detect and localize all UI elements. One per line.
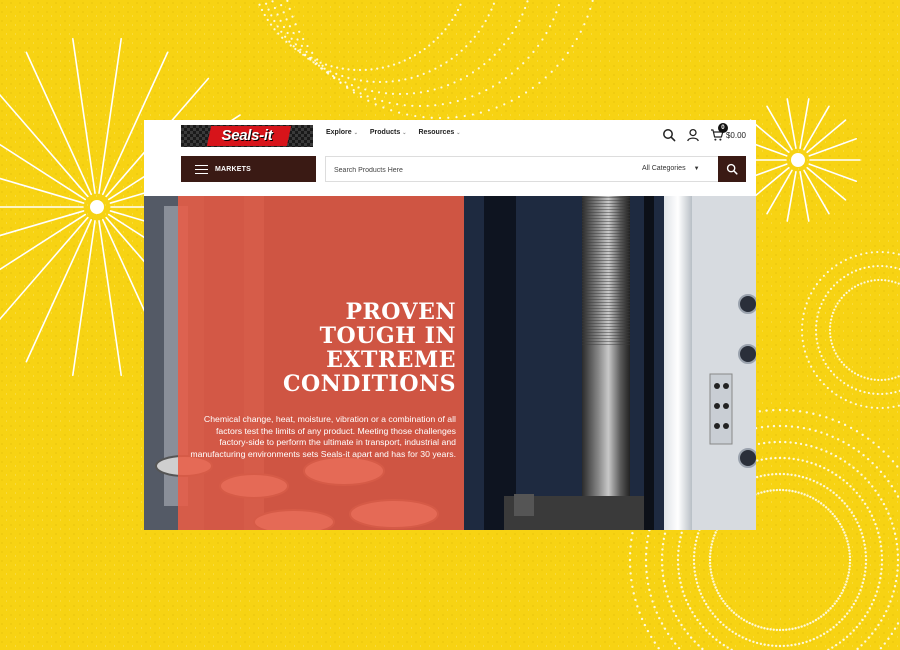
chevron-down-icon: ▼ <box>693 166 700 172</box>
nav-item-products[interactable]: Products ⌄ <box>370 129 407 136</box>
header-icons: 0 $0.00 <box>662 123 746 142</box>
hero-title-line: tough in <box>319 323 456 349</box>
search-icon <box>726 163 738 175</box>
website-window: Seals-it Explore ⌄ Products ⌄ Resources … <box>144 120 756 530</box>
cart-count-badge: 0 <box>717 123 728 133</box>
nav-label: Explore <box>326 129 352 136</box>
hero-title-line: Proven <box>345 299 456 325</box>
search-button[interactable] <box>718 156 746 182</box>
markets-menu-button[interactable]: MARKETS <box>181 156 316 182</box>
category-selected-value: All Categories <box>642 165 686 172</box>
hero-title: Proven tough in extreme conditions <box>178 300 456 396</box>
chevron-down-icon: ⌄ <box>353 129 358 136</box>
main-nav: Explore ⌄ Products ⌄ Resources ⌄ <box>326 129 460 136</box>
chevron-down-icon: ⌄ <box>456 129 461 136</box>
logo-text: Seals-it <box>221 127 273 144</box>
nav-label: Products <box>369 129 401 136</box>
nav-item-explore[interactable]: Explore ⌄ <box>326 129 358 136</box>
chevron-down-icon: ⌄ <box>402 129 407 136</box>
hero-title-line: conditions <box>283 371 456 397</box>
search-icon[interactable] <box>662 128 676 142</box>
site-logo[interactable]: Seals-it <box>181 125 313 147</box>
site-header: Seals-it Explore ⌄ Products ⌄ Resources … <box>144 120 756 196</box>
hero-title-line: extreme <box>326 347 456 373</box>
search-input[interactable] <box>326 157 626 183</box>
user-icon[interactable] <box>686 128 700 142</box>
hero-banner: Proven tough in extreme conditions Chemi… <box>144 196 756 530</box>
hamburger-icon <box>195 162 208 177</box>
nav-item-resources[interactable]: Resources ⌄ <box>418 129 460 136</box>
category-select[interactable]: All Categories ▼ <box>642 157 700 181</box>
hero-body-text: Chemical change, heat, moisture, vibrati… <box>190 414 456 459</box>
nav-label: Resources <box>418 129 455 136</box>
cart-total: $0.00 <box>725 130 746 140</box>
markets-label: MARKETS <box>215 165 252 173</box>
cart-button[interactable]: 0 $0.00 <box>710 123 746 142</box>
search-bar: All Categories ▼ <box>325 156 746 183</box>
